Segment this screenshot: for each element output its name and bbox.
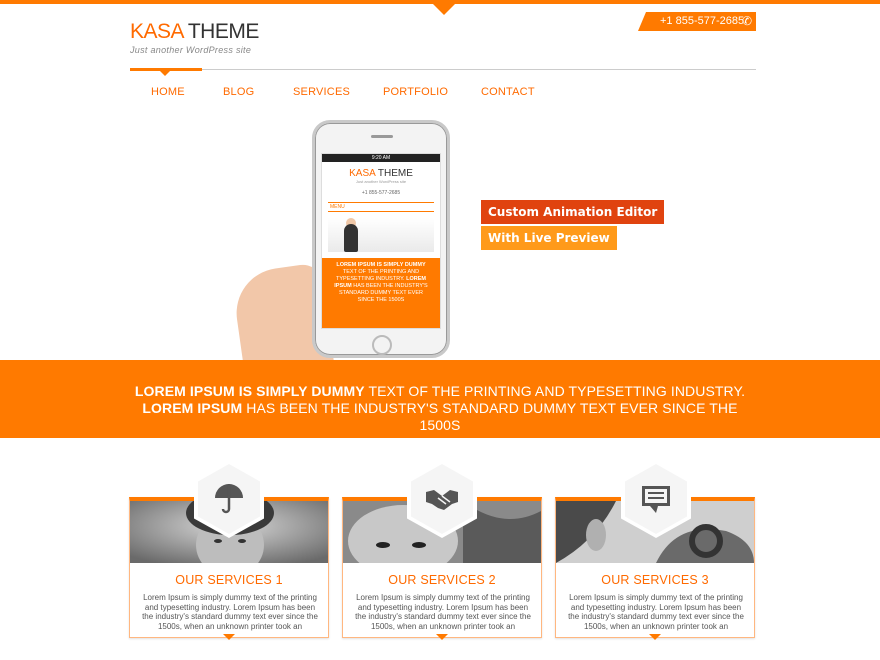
phone-screen-text-bold1: LOREM IPSUM IS SIMPLY DUMMY bbox=[336, 262, 426, 268]
service-title-1: OUR SERVICES 1 bbox=[175, 573, 283, 587]
person-body bbox=[344, 224, 358, 252]
nav-item-blog[interactable]: BLOG bbox=[223, 86, 254, 98]
service-desc-3: Lorem Ipsum is simply dummy text of the … bbox=[568, 593, 744, 631]
chat-icon bbox=[642, 486, 670, 513]
smartphone: 9:20 AM KASA THEME Just another WordPres… bbox=[312, 120, 450, 358]
nav-item-home[interactable]: HOME bbox=[151, 86, 185, 98]
nav-item-services[interactable]: SERVICES bbox=[293, 86, 350, 98]
phone-screen-text-normal2: HAS BEEN THE INDUSTRY'S STANDARD DUMMY T… bbox=[339, 283, 428, 303]
service-card-notch-2 bbox=[436, 634, 448, 640]
logo-theme: THEME bbox=[182, 20, 260, 43]
header-divider bbox=[130, 69, 756, 70]
phone-screen-logo-kasa: KASA bbox=[349, 168, 376, 179]
logo-kasa: KASA bbox=[130, 20, 183, 43]
service-card-notch-3 bbox=[649, 634, 661, 640]
phone-screen-menu: MENU bbox=[328, 202, 434, 212]
phone-screen-logo-theme: THEME bbox=[375, 168, 413, 179]
service-title-2: OUR SERVICES 2 bbox=[388, 573, 496, 587]
phone-screen: 9:20 AM KASA THEME Just another WordPres… bbox=[321, 153, 441, 329]
site-tagline: Just another WordPress site bbox=[130, 45, 252, 55]
phone-screen-logo: KASA THEME bbox=[322, 168, 440, 179]
handshake-icon bbox=[426, 490, 458, 510]
phone-status-bar: 9:20 AM bbox=[322, 154, 440, 162]
nav-active-notch bbox=[159, 70, 171, 76]
phone-badge[interactable]: +1 855-577-2685 ✆ bbox=[638, 12, 756, 31]
phone-icon: ✆ bbox=[741, 14, 752, 28]
phone-number: +1 855-577-2685 bbox=[660, 15, 745, 27]
service-title-3: OUR SERVICES 3 bbox=[601, 573, 709, 587]
hero-badge-animation-editor: Custom Animation Editor bbox=[481, 200, 665, 224]
phone-screen-tagline: Just another WordPress site bbox=[355, 179, 407, 184]
banner-bold2: LOREM IPSUM bbox=[142, 400, 243, 416]
phone-screen-phone: +1 855-577-2685 bbox=[361, 190, 401, 196]
main-nav: HOME BLOG SERVICES PORTFOLIO CONTACT bbox=[0, 86, 880, 102]
banner-text: LOREM IPSUM IS SIMPLY DUMMY TEXT OF THE … bbox=[120, 383, 760, 434]
logo-title: KASA THEME bbox=[130, 20, 259, 44]
phone-screen-image bbox=[328, 218, 434, 252]
banner-normal2: HAS BEEN THE INDUSTRY'S STANDARD DUMMY T… bbox=[242, 400, 738, 433]
banner-bold1: LOREM IPSUM IS SIMPLY DUMMY bbox=[134, 383, 365, 399]
site-logo[interactable]: KASA THEME Just another WordPress site bbox=[130, 20, 259, 55]
nav-item-contact[interactable]: CONTACT bbox=[481, 86, 535, 98]
hero-phone-image: 9:20 AM KASA THEME Just another WordPres… bbox=[230, 118, 460, 384]
phone-home-button bbox=[372, 335, 392, 355]
service-desc-2: Lorem Ipsum is simply dummy text of the … bbox=[355, 593, 531, 631]
phone-speaker bbox=[371, 135, 393, 138]
banner-normal1: TEXT OF THE PRINTING AND TYPESETTING IND… bbox=[364, 383, 746, 399]
services-section: OUR SERVICES 1 Lorem Ipsum is simply dum… bbox=[0, 460, 880, 660]
umbrella-icon bbox=[215, 484, 243, 514]
service-card-notch-1 bbox=[223, 634, 235, 640]
nav-item-portfolio[interactable]: PORTFOLIO bbox=[383, 86, 448, 98]
service-desc-1: Lorem Ipsum is simply dummy text of the … bbox=[142, 593, 318, 631]
phone-screen-text: LOREM IPSUM IS SIMPLY DUMMY TEXT OF THE … bbox=[322, 258, 440, 328]
top-notch bbox=[432, 3, 456, 15]
hero-badge-live-preview: With Live Preview bbox=[481, 226, 617, 250]
promo-banner: LOREM IPSUM IS SIMPLY DUMMY TEXT OF THE … bbox=[0, 360, 880, 438]
